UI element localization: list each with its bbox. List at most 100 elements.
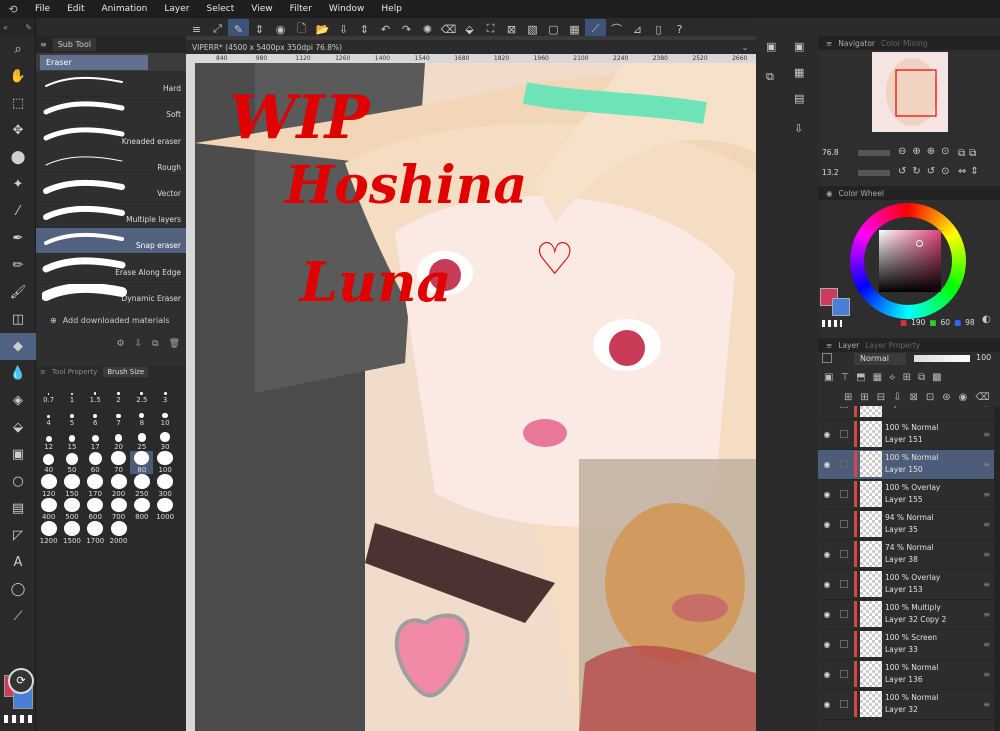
zoom-tool-icon[interactable]: ⌕ <box>0 36 36 63</box>
panel-icon[interactable]: ▣ <box>766 40 776 53</box>
figure-tool-icon[interactable]: ○ <box>0 468 36 495</box>
layer-checkbox[interactable] <box>840 700 848 709</box>
menu-view[interactable]: View <box>242 0 280 18</box>
menu-help[interactable]: Help <box>372 0 410 18</box>
drag-handle-icon[interactable]: ≡ <box>983 700 990 709</box>
layer-row[interactable]: ◉ 100 % Screen Layer 33 ≡ <box>818 630 994 660</box>
tab-layer-property[interactable]: Layer Property <box>865 341 920 350</box>
color-swatches[interactable]: ⟳ <box>0 665 36 731</box>
drag-handle-icon[interactable]: ≡ <box>983 490 990 499</box>
layer-row[interactable]: ◉ 100 % Normal Layer 136 ≡ <box>818 660 994 690</box>
tab-brush-size[interactable]: Brush Size <box>103 367 149 377</box>
tab-color-wheel[interactable]: Color Wheel <box>839 189 884 198</box>
brush-size-option[interactable]: 2.5 <box>130 380 153 404</box>
layer-row[interactable]: ◉ 94 % Normal Layer 35 ≡ <box>818 510 994 540</box>
brush-size-option[interactable]: 70 <box>107 450 130 474</box>
menu-file[interactable]: File <box>26 0 58 18</box>
rotate-buttons-icon[interactable]: ↺↻↺⊙ <box>898 166 956 177</box>
brush-size-option[interactable]: 7 <box>107 404 130 427</box>
swap-color-icon[interactable]: ⟳ <box>8 668 34 694</box>
layer-row[interactable]: ◉ 100 % Normal Layer 150 ≡ <box>818 450 994 480</box>
drag-handle-icon[interactable]: ≡ <box>983 580 990 589</box>
layer-row[interactable]: ◉ 100 % Normal Layer 32 ≡ <box>818 690 994 720</box>
drag-handle-icon[interactable]: ≡ <box>983 550 990 559</box>
eraser-tool-icon[interactable]: ◆ <box>0 333 36 360</box>
brush-size-option[interactable]: 3 <box>153 380 176 404</box>
brush-item[interactable]: Hard <box>36 71 186 98</box>
material-icon[interactable]: ⧉ <box>766 70 774 84</box>
layer-row[interactable]: ◉ 100 % Normal Layer 151 ≡ <box>818 420 994 450</box>
drag-handle-icon[interactable]: ≡ <box>983 520 990 529</box>
panel-menu-icon[interactable]: ≡ <box>40 40 47 49</box>
brush-item[interactable]: Snap eraser <box>36 228 186 255</box>
eye-icon[interactable]: ◉ <box>818 550 836 559</box>
layer-row[interactable]: ◉ 100 % Overlay Layer 155 ≡ <box>818 480 994 510</box>
layer-checkbox[interactable] <box>840 640 848 649</box>
navigator-icon[interactable]: ▣ <box>794 40 804 53</box>
drag-handle-icon[interactable]: ≡ <box>983 460 990 469</box>
color-square[interactable] <box>879 230 941 292</box>
drag-handle-icon[interactable]: ≡ <box>983 430 990 439</box>
transparent-swatch[interactable] <box>822 320 842 327</box>
eye-icon[interactable]: ◉ <box>818 610 836 619</box>
menu-filter[interactable]: Filter <box>281 0 320 18</box>
tab-navigator[interactable]: Navigator <box>838 39 875 48</box>
magic-wand-icon[interactable]: ✦ <box>0 171 36 198</box>
eyedropper-icon[interactable]: ⁄ <box>0 198 36 225</box>
menu-layer[interactable]: Layer <box>155 0 197 18</box>
menu-edit[interactable]: Edit <box>58 0 92 18</box>
opacity-slider[interactable] <box>914 355 970 362</box>
tab-tool-property[interactable]: Tool Property <box>52 368 97 376</box>
panel-menu-icon[interactable]: ≡ <box>40 368 46 376</box>
blend-mode-select[interactable]: Normal <box>854 353 906 365</box>
brush-size-option[interactable]: 100 <box>153 450 176 474</box>
color-set-icon[interactable]: ▦ <box>794 66 804 79</box>
layer-checkbox[interactable] <box>840 610 848 619</box>
layer-option-icons[interactable]: ▣⊤⬒▦⟡⊞⧉▩ <box>824 372 949 383</box>
artwork-canvas[interactable]: WIP Hoshina Luna ♡ <box>195 63 756 731</box>
correct-line-tool-icon[interactable]: ⟋ <box>0 603 36 630</box>
zoom-value[interactable]: 76.8 <box>822 148 839 157</box>
layer-row[interactable]: Layer 152 ≡ <box>818 406 994 420</box>
layer-checkbox[interactable] <box>840 550 848 559</box>
zoom-buttons-icon[interactable]: ⊖⊕⊕⊙ <box>898 146 956 157</box>
layer-checkbox[interactable] <box>840 406 848 409</box>
balloon-tool-icon[interactable]: ◯ <box>0 576 36 603</box>
chevron-down-icon[interactable]: ⌄ <box>742 43 748 52</box>
sub-tool-group-eraser[interactable]: Eraser <box>40 54 148 70</box>
brush-tool-icon[interactable]: 🖌 <box>0 279 36 306</box>
color-picker-handle[interactable] <box>916 240 923 247</box>
brush-size-option[interactable]: 600 <box>84 497 107 521</box>
tab-sub-tool[interactable]: Sub Tool <box>52 38 97 51</box>
brush-size-option[interactable]: 1000 <box>153 497 176 521</box>
menu-window[interactable]: Window <box>320 0 373 18</box>
panel-menu-icon[interactable]: ≡ <box>826 39 832 48</box>
brush-size-option[interactable]: 17 <box>84 427 107 451</box>
tab-color-mixing[interactable]: Color Mixing <box>881 39 928 48</box>
navigator-preview[interactable] <box>872 52 948 132</box>
brush-size-option[interactable]: 2 <box>107 380 130 404</box>
color-mode-icon[interactable]: ◐ <box>982 314 991 325</box>
layer-row[interactable]: ◉ 100 % Overlay Layer 153 ≡ <box>818 570 994 600</box>
canvas-tab[interactable]: VIPERR* (4500 x 5400px 350dpi 76.8%) ⌄ <box>186 40 756 54</box>
brush-size-option[interactable]: 400 <box>37 497 60 521</box>
brush-item[interactable]: Erase Along Edge <box>36 254 186 281</box>
brush-size-option[interactable]: 10 <box>153 404 176 427</box>
brush-size-option[interactable]: 120 <box>37 474 60 498</box>
brush-item[interactable]: Dynamic Eraser <box>36 281 186 307</box>
decoration-tool-icon[interactable]: ◫ <box>0 306 36 333</box>
history-icon[interactable]: ▤ <box>794 92 804 105</box>
brush-size-option[interactable]: 12 <box>37 427 60 451</box>
brush-size-option[interactable]: 6 <box>84 404 107 427</box>
eye-icon[interactable]: ◉ <box>818 430 836 439</box>
bucket-tool-icon[interactable]: ⬙ <box>0 414 36 441</box>
angle-value[interactable]: 13.2 <box>822 168 839 177</box>
gear-icon[interactable]: ⚙ <box>117 339 125 349</box>
eye-icon[interactable]: ◉ <box>818 670 836 679</box>
brush-size-option[interactable]: 1500 <box>60 521 83 545</box>
eye-icon[interactable]: ◉ <box>818 580 836 589</box>
hand-tool-icon[interactable]: ✋ <box>0 63 36 90</box>
brush-item[interactable]: Multiple layers <box>36 202 186 229</box>
menu-select[interactable]: Select <box>197 0 242 18</box>
tab-layer[interactable]: Layer <box>838 341 859 350</box>
